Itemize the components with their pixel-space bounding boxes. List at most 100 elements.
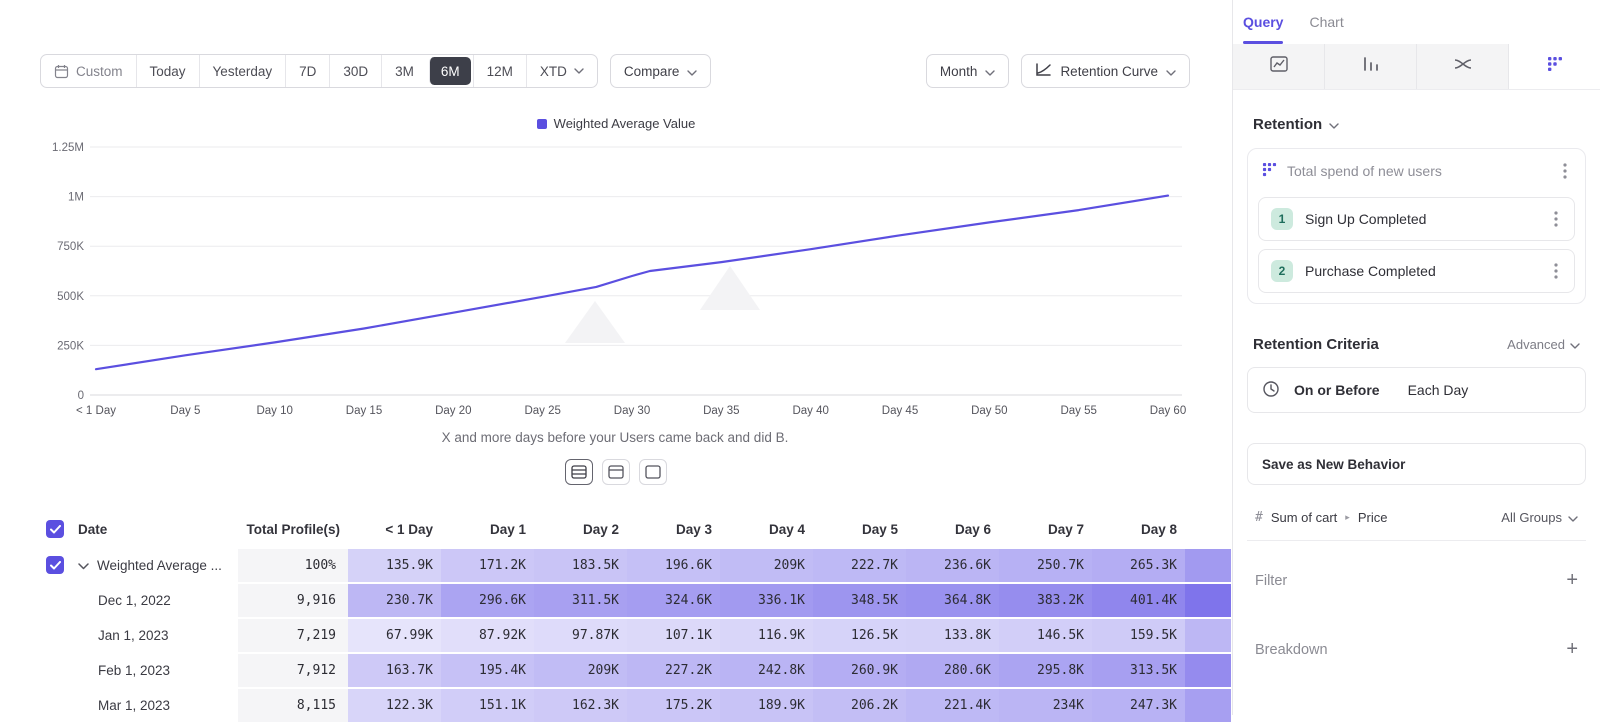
- query-panel: Query Chart Retention Total spend of new…: [1232, 0, 1600, 715]
- svg-text:Day 10: Day 10: [256, 405, 292, 417]
- kebab-menu-icon[interactable]: [1559, 161, 1571, 181]
- advanced-toggle[interactable]: Advanced: [1507, 337, 1580, 352]
- preset-3m[interactable]: 3M: [381, 55, 427, 87]
- chart-type-button[interactable]: Retention Curve: [1021, 54, 1190, 88]
- preset-7d[interactable]: 7D: [285, 55, 329, 87]
- density-medium-button[interactable]: [602, 459, 630, 485]
- preset-label: 12M: [487, 64, 513, 79]
- all-groups-label: All Groups: [1501, 510, 1562, 525]
- density-tall-button[interactable]: [639, 459, 667, 485]
- preset-custom[interactable]: Custom: [41, 55, 136, 87]
- report-tab-retention[interactable]: [1508, 44, 1600, 89]
- column-header: Date: [66, 509, 238, 549]
- criteria-frequency[interactable]: Each Day: [1408, 382, 1469, 398]
- breakdown-section: Breakdown +: [1255, 638, 1578, 661]
- retention-value-cell: 324.6K: [627, 584, 720, 619]
- property-arrow-icon: ▸: [1345, 512, 1350, 523]
- report-tab-funnels[interactable]: [1324, 44, 1416, 89]
- report-tab-flows[interactable]: [1416, 44, 1508, 89]
- row-checkbox[interactable]: [46, 556, 64, 574]
- retention-value-cell: 175.2K: [627, 689, 720, 724]
- tab-chart-label: Chart: [1309, 14, 1343, 30]
- retention-value-cell: 236.6K: [906, 549, 999, 584]
- behavior-header: Total spend of new users: [1258, 159, 1575, 189]
- chart-caption: X and more days before your Users came b…: [40, 430, 1190, 445]
- compare-button[interactable]: Compare: [610, 54, 712, 88]
- all-groups-dropdown[interactable]: All Groups: [1501, 510, 1578, 525]
- step-sign-up-completed[interactable]: 1 Sign Up Completed: [1258, 197, 1575, 241]
- step-purchase-completed[interactable]: 2 Purchase Completed: [1258, 249, 1575, 293]
- row-label: Dec 1, 2022: [98, 593, 171, 608]
- report-section-selector[interactable]: Retention: [1253, 116, 1586, 133]
- flows-icon: [1454, 57, 1472, 76]
- kebab-menu-icon[interactable]: [1550, 209, 1562, 229]
- kebab-menu-icon[interactable]: [1550, 261, 1562, 281]
- row-checkbox-cell: [40, 689, 66, 724]
- svg-text:< 1 Day: < 1 Day: [76, 405, 116, 417]
- behavior-card: Total spend of new users 1 Sign Up Compl…: [1247, 148, 1586, 304]
- preset-12m[interactable]: 12M: [473, 55, 526, 87]
- row-label-cell: Feb 1, 2023: [66, 654, 238, 689]
- retention-value-cell: 383.2K: [999, 584, 1092, 619]
- chevron-down-icon: [1329, 116, 1339, 133]
- svg-text:Day 60: Day 60: [1150, 405, 1186, 417]
- column-header: Day 3: [627, 509, 720, 549]
- tab-query[interactable]: Query: [1243, 0, 1283, 44]
- preset-6m[interactable]: 6M: [429, 57, 471, 85]
- criteria-condition[interactable]: On or Before: [1294, 382, 1380, 398]
- preset-label: 30D: [343, 64, 368, 79]
- row-label: Jan 1, 2023: [98, 628, 169, 643]
- svg-text:1M: 1M: [68, 192, 84, 204]
- retention-value-cell: 146.5K: [999, 619, 1092, 654]
- retention-value-cell: 364.8K: [906, 584, 999, 619]
- preset-30d[interactable]: 30D: [329, 55, 381, 87]
- tab-chart[interactable]: Chart: [1309, 0, 1343, 44]
- row-checkbox[interactable]: [46, 520, 64, 538]
- svg-text:750K: 750K: [57, 241, 84, 253]
- table-row: Weighted Average ...100%135.9K171.2K183.…: [40, 549, 1231, 584]
- retention-value-cell: 221.4K: [906, 689, 999, 724]
- preset-yesterday[interactable]: Yesterday: [199, 55, 286, 87]
- svg-text:1.25M: 1.25M: [52, 142, 84, 154]
- add-filter-button[interactable]: +: [1566, 569, 1578, 592]
- retention-report-main: CustomTodayYesterday7D 30D 3M6M 12M XTD Comp…: [0, 0, 1232, 715]
- row-label: Mar 1, 2023: [98, 698, 170, 713]
- report-type-tabs: [1233, 44, 1600, 90]
- retention-value-cell: 159.5K: [1092, 619, 1185, 654]
- svg-text:Day 30: Day 30: [614, 405, 650, 417]
- retention-value-cell: 116.9K: [720, 619, 813, 654]
- report-tab-insights[interactable]: [1233, 44, 1324, 89]
- step-number-badge: 2: [1271, 260, 1293, 282]
- total-profiles-cell: 7,219: [238, 619, 348, 654]
- add-breakdown-button[interactable]: +: [1566, 638, 1578, 661]
- preset-xtd[interactable]: XTD: [526, 55, 597, 87]
- total-profiles-cell: 7,912: [238, 654, 348, 689]
- date-range-toolbar: CustomTodayYesterday7D 30D 3M6M 12M XTD Comp…: [40, 54, 1190, 88]
- retention-value-cell: 242.8K: [720, 654, 813, 689]
- row-label-cell: Mar 1, 2023: [66, 689, 238, 724]
- behavior-title: Total spend of new users: [1287, 163, 1442, 179]
- retention-value-cell: 336.1K: [720, 584, 813, 619]
- save-as-new-behavior-button[interactable]: Save as New Behavior: [1247, 443, 1586, 485]
- preset-today[interactable]: Today: [136, 55, 199, 87]
- report-section-label: Retention: [1253, 116, 1322, 133]
- column-header: Total Profile(s): [238, 509, 348, 549]
- step-number-badge: 1: [1271, 208, 1293, 230]
- density-compact-button[interactable]: [565, 459, 593, 485]
- granularity-button[interactable]: Month: [926, 54, 1010, 88]
- retention-curve-plot: 1.25M1M750K500K250K0< 1 DayDay 5Day 10Da…: [40, 133, 1190, 425]
- row-label: Weighted Average ...: [97, 558, 222, 573]
- retention-value-cell: 126.5K: [813, 619, 906, 654]
- table-row: Jan 1, 20237,21967.99K87.92K97.87K107.1K…: [40, 619, 1231, 654]
- measure-label[interactable]: Sum of cart: [1271, 510, 1337, 525]
- retention-criteria-control[interactable]: On or Before Each Day: [1247, 367, 1586, 413]
- step-label: Sign Up Completed: [1305, 211, 1426, 227]
- retention-value-cell: 171.2K: [441, 549, 534, 584]
- svg-text:250K: 250K: [57, 340, 84, 352]
- retention-value-cell: 348.5K: [813, 584, 906, 619]
- measure-property[interactable]: Price: [1358, 510, 1388, 525]
- retention-value-cell: 209K: [720, 549, 813, 584]
- expand-chevron-icon[interactable]: [78, 558, 89, 573]
- table-row: Feb 1, 20237,912163.7K195.4K209K227.2K24…: [40, 654, 1231, 689]
- retention-value-cell: 67.99K: [348, 619, 441, 654]
